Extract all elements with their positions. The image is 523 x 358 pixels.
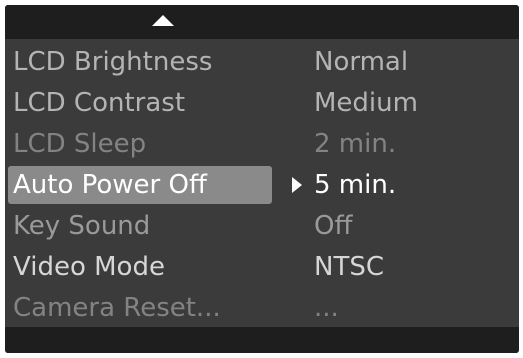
menu-item-auto-power-off[interactable]: Auto Power Off 5 min. xyxy=(5,165,519,206)
top-bar xyxy=(5,5,519,39)
menu-item-label: LCD Sleep xyxy=(13,129,147,159)
triangle-right-icon xyxy=(292,177,302,193)
menu-item-lcd-contrast[interactable]: LCD Contrast Medium xyxy=(5,83,519,124)
menu-item-value: 5 min. xyxy=(314,170,397,200)
menu-item-key-sound[interactable]: Key Sound Off xyxy=(5,206,519,247)
menu-item-value: 2 min. xyxy=(314,129,397,159)
camera-screen: LCD Brightness Normal LCD Contrast Mediu… xyxy=(0,0,523,358)
menu-item-lcd-sleep[interactable]: LCD Sleep 2 min. xyxy=(5,124,519,165)
menu-item-value: Normal xyxy=(314,47,409,77)
menu-item-value: NTSC xyxy=(314,252,384,282)
menu-item-label: LCD Contrast xyxy=(13,88,186,118)
settings-menu-panel: LCD Brightness Normal LCD Contrast Mediu… xyxy=(5,5,519,353)
bottom-bar xyxy=(5,327,519,353)
menu-item-label: Camera Reset... xyxy=(13,293,221,323)
menu-item-value: Off xyxy=(314,211,353,241)
menu-item-label: LCD Brightness xyxy=(13,47,213,77)
menu-item-value: ... xyxy=(314,293,339,323)
menu-item-lcd-brightness[interactable]: LCD Brightness Normal xyxy=(5,42,519,83)
menu-item-value: Medium xyxy=(314,88,418,118)
settings-menu: LCD Brightness Normal LCD Contrast Mediu… xyxy=(5,42,519,329)
menu-item-video-mode[interactable]: Video Mode NTSC xyxy=(5,247,519,288)
menu-item-label: Key Sound xyxy=(13,211,151,241)
scroll-up-icon[interactable] xyxy=(152,15,174,26)
menu-item-camera-reset[interactable]: Camera Reset... ... xyxy=(5,288,519,329)
menu-item-label: Video Mode xyxy=(13,252,165,282)
menu-item-label: Auto Power Off xyxy=(13,170,207,200)
